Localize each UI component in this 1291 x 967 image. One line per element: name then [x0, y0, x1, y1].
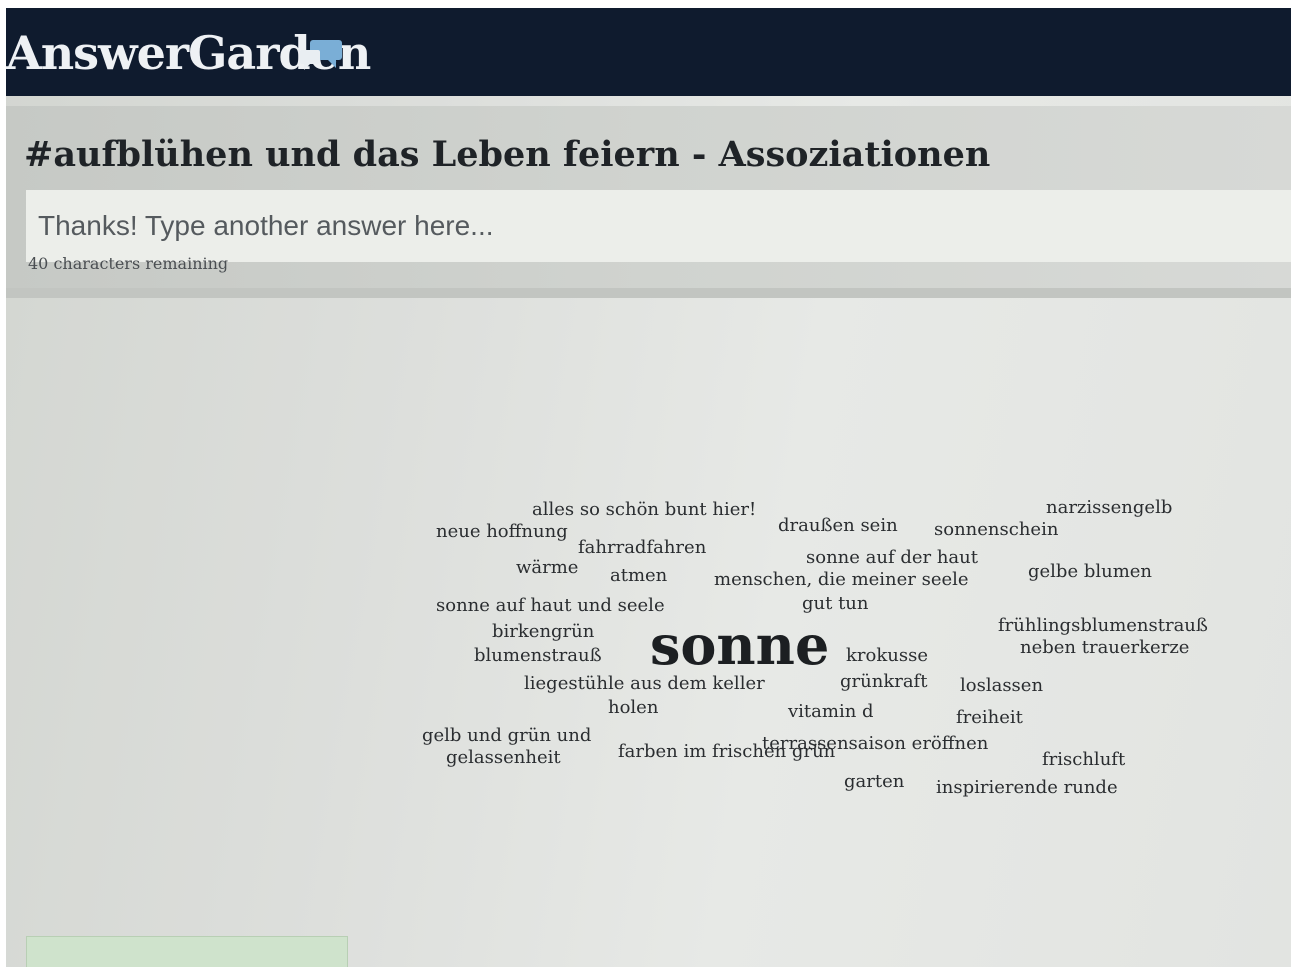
word-cloud-item[interactable]: atmen: [610, 566, 667, 586]
word-cloud-item[interactable]: liegestühle aus dem keller: [524, 674, 765, 694]
word-cloud-item[interactable]: inspirierende runde: [936, 778, 1118, 798]
word-cloud-item[interactable]: terrassensaison eröffnen: [762, 734, 988, 754]
bottom-panel: [26, 936, 348, 967]
word-cloud: alles so schön bunt hier! draußen sein s…: [6, 8, 1291, 967]
word-cloud-item[interactable]: fahrradfahren: [578, 538, 706, 558]
word-cloud-item[interactable]: blumenstrauß: [474, 646, 602, 666]
word-cloud-item[interactable]: sonnenschein: [934, 520, 1058, 540]
word-cloud-item[interactable]: neben trauerkerze: [1020, 638, 1189, 658]
word-cloud-item[interactable]: holen: [608, 698, 658, 718]
word-cloud-item[interactable]: birkengrün: [492, 622, 594, 642]
word-cloud-item[interactable]: frischluft: [1042, 750, 1125, 770]
screen: AnswerGarden #aufblühen und das Leben fe…: [6, 8, 1291, 967]
word-cloud-item[interactable]: sonne auf haut und seele: [436, 596, 665, 616]
word-cloud-item[interactable]: krokusse: [846, 646, 928, 666]
word-cloud-item[interactable]: gut tun: [802, 594, 869, 614]
word-cloud-item-top[interactable]: sonne: [650, 615, 829, 675]
word-cloud-item[interactable]: menschen, die meiner seele: [714, 570, 969, 590]
word-cloud-item[interactable]: draußen sein: [778, 516, 898, 536]
word-cloud-item[interactable]: loslassen: [960, 676, 1043, 696]
word-cloud-item[interactable]: grünkraft: [840, 672, 927, 692]
word-cloud-item[interactable]: gelb und grün und: [422, 726, 591, 746]
word-cloud-item[interactable]: gelassenheit: [446, 748, 561, 768]
word-cloud-item[interactable]: freiheit: [956, 708, 1023, 728]
word-cloud-item[interactable]: frühlingsblumenstrauß: [998, 616, 1208, 636]
word-cloud-item[interactable]: alles so schön bunt hier!: [532, 500, 756, 520]
word-cloud-item[interactable]: vitamin d: [788, 702, 874, 722]
word-cloud-item[interactable]: narzissengelb: [1046, 498, 1172, 518]
word-cloud-item[interactable]: wärme: [516, 558, 578, 578]
word-cloud-item[interactable]: sonne auf der haut: [806, 548, 978, 568]
word-cloud-item[interactable]: neue hoffnung: [436, 522, 568, 542]
word-cloud-item[interactable]: garten: [844, 772, 904, 792]
word-cloud-item[interactable]: gelbe blumen: [1028, 562, 1152, 582]
